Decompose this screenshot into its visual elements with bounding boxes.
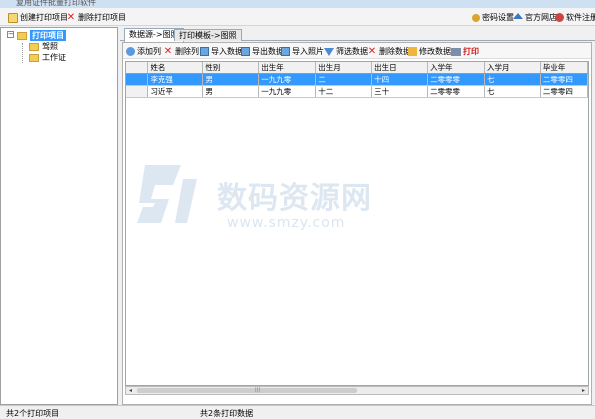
folder-open-icon — [17, 31, 27, 40]
data-grid: 姓名 性别 出生年 出生月 出生日 入学年 入学月 毕业年 李克强 男 一九九零… — [125, 61, 589, 386]
window-titlebar: 复用证件批量打印软件 — [0, 0, 595, 8]
scroll-left-icon[interactable]: ◂ — [126, 387, 135, 394]
table-header-row: 姓名 性别 出生年 出生月 出生日 入学年 入学月 毕业年 — [126, 62, 588, 74]
official-shop-button[interactable]: 官方网店 — [513, 11, 557, 24]
column-header[interactable]: 性别 — [202, 62, 260, 74]
printer-icon — [451, 47, 461, 56]
home-icon — [513, 13, 523, 19]
table-cell[interactable]: 男 — [202, 73, 260, 86]
scrollbar-grip-icon: ||| — [255, 387, 261, 393]
create-project-button[interactable]: 创建打印项目 — [8, 11, 68, 24]
table-cell[interactable]: 二零零四 — [540, 85, 588, 98]
password-settings-button[interactable]: 密码设置 — [472, 11, 514, 24]
table-cell[interactable]: 二零零零 — [427, 73, 485, 86]
column-header[interactable]: 毕业年 — [540, 62, 588, 74]
tree-item-driver-license[interactable]: 驾照 — [29, 41, 58, 52]
delete-column-button[interactable]: ✕ 删除列 — [163, 46, 199, 57]
scroll-right-icon[interactable]: ▸ — [579, 387, 588, 394]
column-header[interactable]: 出生月 — [315, 62, 373, 74]
new-document-icon — [8, 12, 18, 23]
folder-icon — [29, 53, 39, 62]
column-header[interactable]: 出生日 — [371, 62, 429, 74]
table-row[interactable]: 李克强 男 一九九零 二 十四 二零零零 七 二零零四 — [126, 73, 588, 86]
import-photo-button[interactable]: 导入照片 — [281, 46, 324, 57]
edit-icon — [408, 47, 417, 56]
column-header[interactable]: 出生年 — [258, 62, 317, 74]
table-cell[interactable]: 二零零四 — [540, 73, 588, 86]
print-button[interactable]: 打印 — [451, 46, 479, 57]
filter-data-button[interactable]: 筛选数据 — [324, 46, 368, 57]
project-tree: − 打印项目 驾照 工作证 — [0, 27, 118, 405]
export-icon — [241, 47, 250, 56]
tree-root-label: 打印项目 — [30, 30, 66, 41]
export-data-button[interactable]: 导出数据 — [241, 46, 284, 57]
table-cell[interactable]: 一九九零 — [258, 73, 317, 86]
scrollbar-thumb[interactable]: ||| — [137, 388, 357, 393]
table-cell[interactable]: 李克强 — [147, 73, 204, 86]
data-table: 姓名 性别 出生年 出生月 出生日 入学年 入学月 毕业年 李克强 男 一九九零… — [126, 62, 588, 98]
tree-collapse-toggle[interactable]: − — [7, 31, 14, 38]
tab-strip: 数据源->图照 打印模板->图照 — [120, 27, 595, 42]
table-cell[interactable]: 一九九零 — [258, 85, 317, 98]
tree-item-work-card[interactable]: 工作证 — [29, 52, 66, 63]
row-header[interactable] — [126, 73, 149, 86]
import-data-button[interactable]: 导入数据 — [200, 46, 243, 57]
column-header[interactable]: 入学年 — [427, 62, 485, 74]
status-bar: 共2个打印项目 共2条打印数据 — [0, 405, 595, 419]
table-cell[interactable]: 习近平 — [147, 85, 204, 98]
row-header-corner — [126, 62, 149, 74]
tree-root-print-projects[interactable]: 打印项目 — [17, 30, 66, 41]
main-area: 数据源->图照 打印模板->图照 添加列 ✕ 删除列 导入数据 导出数据 导入照… — [120, 27, 595, 405]
delete-icon: ✕ — [163, 45, 173, 57]
status-project-count: 共2个打印项目 — [6, 409, 60, 418]
register-icon — [555, 13, 564, 22]
register-button[interactable]: 软件注册 — [555, 11, 595, 24]
table-cell[interactable]: 男 — [202, 85, 260, 98]
table-cell[interactable]: 三十 — [371, 85, 429, 98]
tab-print-template[interactable]: 打印模板->图照 — [174, 29, 242, 41]
table-cell[interactable]: 七 — [484, 73, 541, 86]
status-record-count: 共2条打印数据 — [200, 409, 254, 418]
folder-icon — [29, 42, 39, 51]
delete-data-button[interactable]: ✕ 删除数据 — [367, 46, 411, 57]
table-cell[interactable]: 七 — [484, 85, 541, 98]
key-icon — [472, 13, 480, 22]
table-row[interactable]: 习近平 男 一九九零 十二 三十 二零零零 七 二零零四 — [126, 85, 588, 98]
row-header[interactable] — [126, 85, 149, 98]
tree-item-label: 工作证 — [42, 53, 66, 62]
delete-project-button[interactable]: ✕ 删除打印项目 — [66, 11, 126, 24]
table-cell[interactable]: 二零零零 — [427, 85, 485, 98]
data-source-panel: 添加列 ✕ 删除列 导入数据 导出数据 导入照片 筛选数据 ✕ 删除数据 修改数… — [122, 42, 592, 405]
column-header[interactable]: 入学月 — [484, 62, 541, 74]
delete-icon: ✕ — [367, 45, 377, 57]
table-cell[interactable]: 十四 — [371, 73, 429, 86]
window-title: 复用证件批量打印软件 — [16, 0, 96, 7]
add-column-button[interactable]: 添加列 — [126, 46, 161, 57]
horizontal-scrollbar[interactable]: ◂ ||| ▸ — [125, 386, 589, 395]
delete-icon: ✕ — [66, 11, 76, 23]
column-header[interactable]: 姓名 — [147, 62, 204, 74]
filter-icon — [324, 47, 334, 56]
main-toolbar: 创建打印项目 ✕ 删除打印项目 密码设置 官方网店 软件注册 — [0, 8, 595, 26]
tree-item-label: 驾照 — [42, 42, 58, 51]
table-cell[interactable]: 二 — [315, 73, 373, 86]
import-icon — [200, 47, 209, 56]
photo-icon — [281, 47, 290, 56]
add-column-icon — [126, 47, 135, 56]
edit-data-button[interactable]: 修改数据 — [408, 46, 451, 57]
data-toolbar: 添加列 ✕ 删除列 导入数据 导出数据 导入照片 筛选数据 ✕ 删除数据 修改数… — [123, 43, 591, 59]
tree-connector — [22, 43, 23, 63]
table-cell[interactable]: 十二 — [315, 85, 373, 98]
